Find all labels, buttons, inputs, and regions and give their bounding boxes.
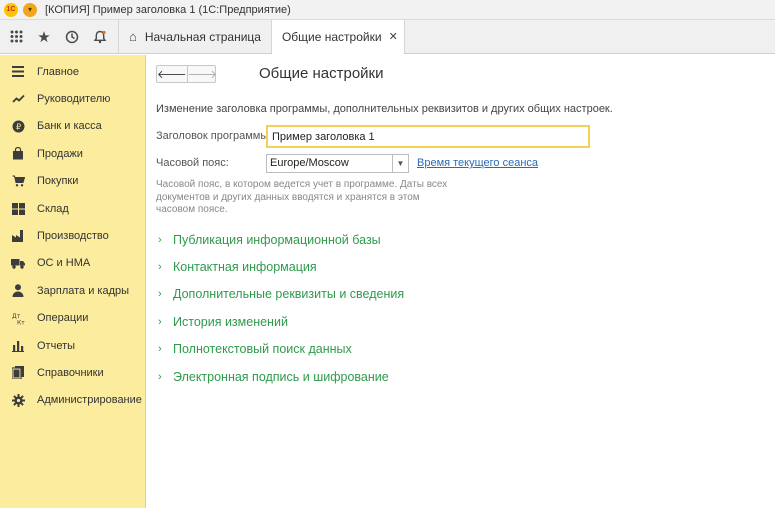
star-icon[interactable]: ★ [30, 20, 58, 53]
chevron-right-icon: › [158, 288, 162, 301]
program-title-input[interactable] [266, 125, 590, 148]
sidebar-item-payroll[interactable]: Зарплата и кадры [0, 277, 145, 304]
back-button[interactable]: 🡐 [157, 66, 187, 82]
trend-icon [11, 92, 25, 106]
sidebar-item-operations[interactable]: Дт Кт Операции [0, 305, 145, 332]
sidebar-item-label: Главное [37, 65, 80, 78]
chevron-right-icon: › [158, 370, 162, 383]
sidebar-item-label: Продажи [37, 147, 83, 160]
truck-icon [11, 256, 25, 270]
group-label: История изменений [173, 314, 288, 329]
tab-home[interactable]: ⌂ Начальная страница [118, 20, 271, 53]
bag-icon [11, 147, 25, 161]
dropdown-arrow-icon[interactable]: ▼ [392, 155, 408, 172]
home-icon: ⌂ [129, 29, 137, 44]
group-label: Публикация информационной базы [173, 232, 381, 247]
history-nav: 🡐 🡒 [156, 65, 217, 83]
sidebar-item-label: Производство [37, 230, 109, 243]
chevron-right-icon: › [158, 315, 162, 328]
forward-button[interactable]: 🡒 [186, 66, 217, 82]
sidebar-item-production[interactable]: Производство [0, 222, 145, 249]
sidebar-item-label: Покупки [37, 175, 79, 188]
settings-groups: › Публикация информационной базы › Контакт… [158, 226, 404, 390]
factory-icon [11, 229, 25, 243]
sidebar-item-label: ОС и НМА [37, 257, 91, 270]
tab-general-settings-label: Общие настройки [281, 29, 382, 44]
svg-text:₽: ₽ [15, 122, 20, 131]
app-logo-icon: 1С [4, 2, 18, 17]
menu-lines-icon [11, 65, 25, 79]
group-label: Контактная информация [173, 260, 317, 275]
dt-kt-icon: Дт Кт [11, 311, 25, 325]
cart-icon [11, 174, 25, 188]
timezone-value: Europe/Moscow [270, 157, 349, 169]
books-icon [11, 366, 25, 380]
sidebar-item-label: Администрирование [37, 394, 142, 407]
group-contact-info[interactable]: › Контактная информация [158, 253, 404, 280]
sidebar-item-label: Зарплата и кадры [37, 284, 130, 297]
bell-icon[interactable] [86, 20, 114, 53]
sidebar-item-bank[interactable]: ₽ Банк и касса [0, 113, 145, 140]
sidebar-item-manager[interactable]: Руководителю [0, 85, 145, 112]
sidebar-item-label: Склад [37, 202, 69, 215]
group-additional-attributes[interactable]: › Дополнительные реквизиты и сведения [158, 281, 404, 308]
bar-chart-icon [11, 339, 25, 353]
sidebar-item-label: Справочники [37, 366, 104, 379]
tab-general-settings[interactable]: Общие настройки ✕ [270, 20, 405, 54]
group-db-publication[interactable]: › Публикация информационной базы [158, 226, 404, 253]
sidebar-item-administration[interactable]: Администрирование [0, 387, 145, 414]
tab-home-label: Начальная страница [144, 29, 261, 44]
sidebar-item-label: Операции [37, 312, 89, 325]
sidebar-item-main[interactable]: Главное [0, 58, 145, 85]
sidebar-item-label: Банк и касса [37, 120, 102, 133]
title-field-label: Заголовок программы: [156, 130, 272, 142]
hint-line: Часовой пояс, в котором ведется учет в п… [156, 179, 448, 190]
ruble-coin-icon: ₽ [11, 119, 25, 133]
window-title: [КОПИЯ] Пример заголовка 1 (1С:Предприят… [45, 3, 291, 16]
svg-text:Кт: Кт [17, 319, 25, 325]
chevron-right-icon: › [158, 261, 162, 274]
group-full-text-search[interactable]: › Полнотекстовый поиск данных [158, 336, 404, 363]
group-label: Электронная подпись и шифрование [173, 369, 389, 384]
session-time-link[interactable]: Время текущего сеанса [417, 157, 538, 169]
chevron-right-icon: › [158, 343, 162, 356]
main-panel: 🡐 🡒 Общие настройки Изменение заголовка … [147, 55, 775, 508]
timezone-label: Часовой пояс: [156, 157, 229, 169]
top-toolbar: ★ ⌂ Начальная страница Общие настройки ✕ [0, 20, 775, 54]
sidebar-item-purchases[interactable]: Покупки [0, 168, 145, 195]
history-icon[interactable] [58, 20, 86, 53]
page-title: Общие настройки [259, 65, 384, 82]
hint-line: документов и других данных вводятся и хр… [156, 191, 420, 203]
group-digital-signature[interactable]: › Электронная подпись и шифрование [158, 363, 404, 390]
sidebar-item-reports[interactable]: Отчеты [0, 332, 145, 359]
timezone-hint: Часовой пояс, в котором ведется учет в п… [156, 179, 456, 217]
group-change-history[interactable]: › История изменений [158, 308, 404, 335]
main-menu-button[interactable]: ▾ [23, 2, 37, 17]
sidebar-item-fixed-assets[interactable]: ОС и НМА [0, 250, 145, 277]
person-icon [11, 284, 25, 298]
group-label: Дополнительные реквизиты и сведения [173, 287, 405, 302]
title-bar: 1С ▾ [КОПИЯ] Пример заголовка 1 (1С:Пред… [0, 0, 775, 20]
close-icon[interactable]: ✕ [389, 30, 398, 43]
group-label: Полнотекстовый поиск данных [173, 342, 352, 357]
warehouse-icon [11, 202, 25, 216]
page-description: Изменение заголовка программы, дополните… [156, 103, 613, 115]
apps-grid-icon[interactable] [2, 20, 30, 53]
hint-line: часовом поясе. [156, 204, 228, 215]
gear-icon [11, 393, 25, 407]
sidebar-item-warehouse[interactable]: Склад [0, 195, 145, 222]
sidebar-item-label: Руководителю [37, 93, 111, 106]
timezone-select[interactable]: Europe/Moscow ▼ [266, 154, 409, 173]
sidebar-item-label: Отчеты [37, 339, 76, 352]
sidebar: Главное Руководителю ₽ Банк и касса Прод… [0, 55, 146, 508]
sidebar-item-references[interactable]: Справочники [0, 359, 145, 386]
sidebar-item-sales[interactable]: Продажи [0, 140, 145, 167]
chevron-right-icon: › [158, 233, 162, 246]
